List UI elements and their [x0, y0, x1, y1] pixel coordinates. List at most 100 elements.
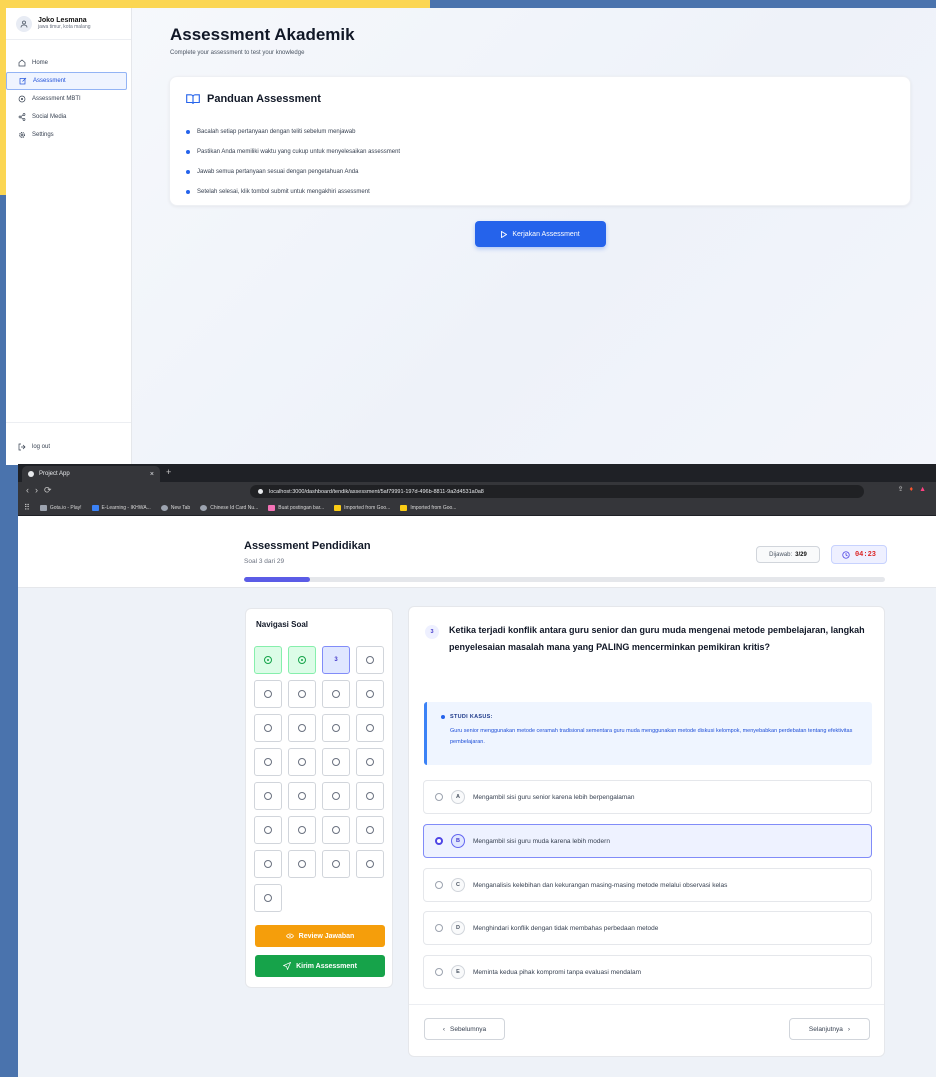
- case-study-text: Guru senior menggunakan metode ceramah t…: [450, 728, 853, 745]
- question-nav-button[interactable]: [288, 850, 316, 878]
- option-text: Mengambil sisi guru muda karena lebih mo…: [473, 837, 610, 845]
- answer-option-e[interactable]: E Meminta kedua pihak kompromi tanpa eva…: [423, 955, 872, 989]
- question-nav-button[interactable]: [356, 748, 384, 776]
- radio-button[interactable]: [435, 837, 443, 845]
- sidebar: Joko Lesmana jawa timur, kota malang Hom…: [6, 8, 132, 465]
- radio-button[interactable]: [435, 793, 443, 801]
- browser-tab-bar: Project App × +: [18, 464, 936, 482]
- unanswered-icon: [264, 724, 272, 732]
- brave-rewards-icon[interactable]: ▲: [919, 486, 926, 493]
- unanswered-icon: [366, 826, 374, 834]
- question-nav-button[interactable]: [254, 816, 282, 844]
- previous-button[interactable]: ‹ Sebelumnya: [424, 1018, 505, 1040]
- guide-item: Pastikan Anda memiliki waktu yang cukup …: [186, 142, 400, 162]
- answered-icon: [264, 656, 272, 664]
- assessment-akademik-screen: Joko Lesmana jawa timur, kota malang Hom…: [6, 8, 936, 465]
- bookmark-item[interactable]: Gota.io - Play!: [39, 504, 82, 511]
- start-assessment-label: Kerjakan Assessment: [512, 230, 580, 238]
- url-field[interactable]: localhost:3000/dashboard/tendik/assessme…: [250, 485, 864, 498]
- assessment-header: Assessment Pendidikan Soal 3 dari 29 Dij…: [18, 516, 936, 588]
- submit-assessment-button[interactable]: Kirim Assessment: [255, 955, 385, 977]
- question-nav-button[interactable]: [254, 680, 282, 708]
- back-forward-reload-icons[interactable]: ‹›⟳: [26, 485, 58, 496]
- start-assessment-button[interactable]: Kerjakan Assessment: [475, 221, 606, 247]
- sidebar-item-home[interactable]: Home: [6, 54, 131, 72]
- sidebar-item-mbti[interactable]: Assessment MBTI: [6, 90, 131, 108]
- radio-button[interactable]: [435, 924, 443, 932]
- bookmark-item[interactable]: Chinese Id Card Nu...: [200, 504, 258, 511]
- question-nav-button[interactable]: [288, 714, 316, 742]
- question-nav-button[interactable]: [356, 816, 384, 844]
- eye-icon: [285, 933, 294, 939]
- question-nav-button[interactable]: 3: [322, 646, 350, 674]
- question-nav-button[interactable]: [356, 850, 384, 878]
- sidebar-item-assessment[interactable]: Assessment: [6, 72, 127, 90]
- unanswered-icon: [366, 860, 374, 868]
- guide-title: Panduan Assessment: [207, 93, 321, 105]
- unanswered-icon: [366, 792, 374, 800]
- footer-divider: [409, 1004, 884, 1005]
- answer-option-a[interactable]: A Mengambil sisi guru senior karena lebi…: [423, 780, 872, 814]
- user-profile[interactable]: Joko Lesmana jawa timur, kota malang: [6, 8, 131, 40]
- new-tab-icon[interactable]: +: [166, 467, 171, 477]
- question-nav-button[interactable]: [356, 782, 384, 810]
- unanswered-icon: [298, 826, 306, 834]
- question-nav-button[interactable]: [288, 782, 316, 810]
- question-nav-button[interactable]: [322, 680, 350, 708]
- question-nav-button[interactable]: [322, 850, 350, 878]
- sidebar-item-settings[interactable]: Settings: [6, 126, 131, 144]
- bookmark-folder[interactable]: Imported from Goo...: [334, 504, 390, 511]
- question-nav-button[interactable]: [356, 714, 384, 742]
- next-button[interactable]: Selanjutnya ›: [789, 1018, 870, 1040]
- apps-grid-icon[interactable]: ⠿: [24, 503, 30, 512]
- answer-option-c[interactable]: C Menganalisis kelebihan dan kekurangan …: [423, 868, 872, 902]
- answer-option-b[interactable]: B Mengambil sisi guru muda karena lebih …: [423, 824, 872, 858]
- answer-option-d[interactable]: D Menghindari konflik dengan tidak memba…: [423, 911, 872, 945]
- sidebar-item-label: Assessment MBTI: [32, 96, 81, 102]
- question-nav-button[interactable]: [322, 782, 350, 810]
- question-nav-button[interactable]: [254, 782, 282, 810]
- review-answers-button[interactable]: Review Jawaban: [255, 925, 385, 947]
- share-page-icon[interactable]: ⇪: [898, 485, 904, 493]
- question-nav-button[interactable]: [254, 748, 282, 776]
- unanswered-icon: [366, 690, 374, 698]
- bookmark-folder[interactable]: Imported from Goo...: [400, 504, 456, 511]
- home-icon: [18, 59, 26, 67]
- unanswered-icon: [298, 758, 306, 766]
- sidebar-item-social-media[interactable]: Social Media: [6, 108, 131, 126]
- radio-button[interactable]: [435, 968, 443, 976]
- question-nav-button[interactable]: [356, 646, 384, 674]
- unanswered-icon: [332, 826, 340, 834]
- question-nav-button[interactable]: [254, 714, 282, 742]
- brave-shield-icon[interactable]: ♦: [909, 486, 913, 493]
- question-nav-button[interactable]: [322, 816, 350, 844]
- question-nav-button[interactable]: [288, 816, 316, 844]
- bookmark-item[interactable]: New Tab: [160, 504, 190, 511]
- case-study-box: STUDI KASUS: Guru senior menggunakan met…: [424, 702, 872, 765]
- question-nav-button[interactable]: [288, 680, 316, 708]
- logout-button[interactable]: log out: [18, 443, 50, 451]
- question-nav-button[interactable]: [288, 646, 316, 674]
- option-letter: E: [451, 965, 465, 979]
- assessment-title: Assessment Pendidikan: [244, 540, 371, 552]
- question-nav-button[interactable]: [356, 680, 384, 708]
- answered-value: 3/29: [795, 551, 807, 558]
- url-text: localhost:3000/dashboard/tendik/assessme…: [269, 488, 484, 495]
- send-icon: [283, 962, 292, 970]
- bookmark-item[interactable]: Buat postingan bar...: [268, 504, 324, 511]
- question-nav-button[interactable]: [322, 748, 350, 776]
- bookmark-item[interactable]: E-Learning - IKHWA...: [91, 504, 151, 511]
- question-nav-button[interactable]: [322, 714, 350, 742]
- unanswered-icon: [264, 894, 272, 902]
- question-nav-button[interactable]: [288, 748, 316, 776]
- case-study-label: STUDI KASUS:: [450, 714, 493, 720]
- unanswered-icon: [332, 860, 340, 868]
- close-tab-icon[interactable]: ×: [150, 471, 154, 478]
- option-text: Mengambil sisi guru senior karena lebih …: [473, 793, 635, 801]
- radio-button[interactable]: [435, 881, 443, 889]
- question-nav-button[interactable]: [254, 646, 282, 674]
- question-nav-button[interactable]: [254, 884, 282, 912]
- browser-tab[interactable]: Project App ×: [22, 466, 160, 482]
- question-counter: Soal 3 dari 29: [244, 558, 285, 565]
- question-nav-button[interactable]: [254, 850, 282, 878]
